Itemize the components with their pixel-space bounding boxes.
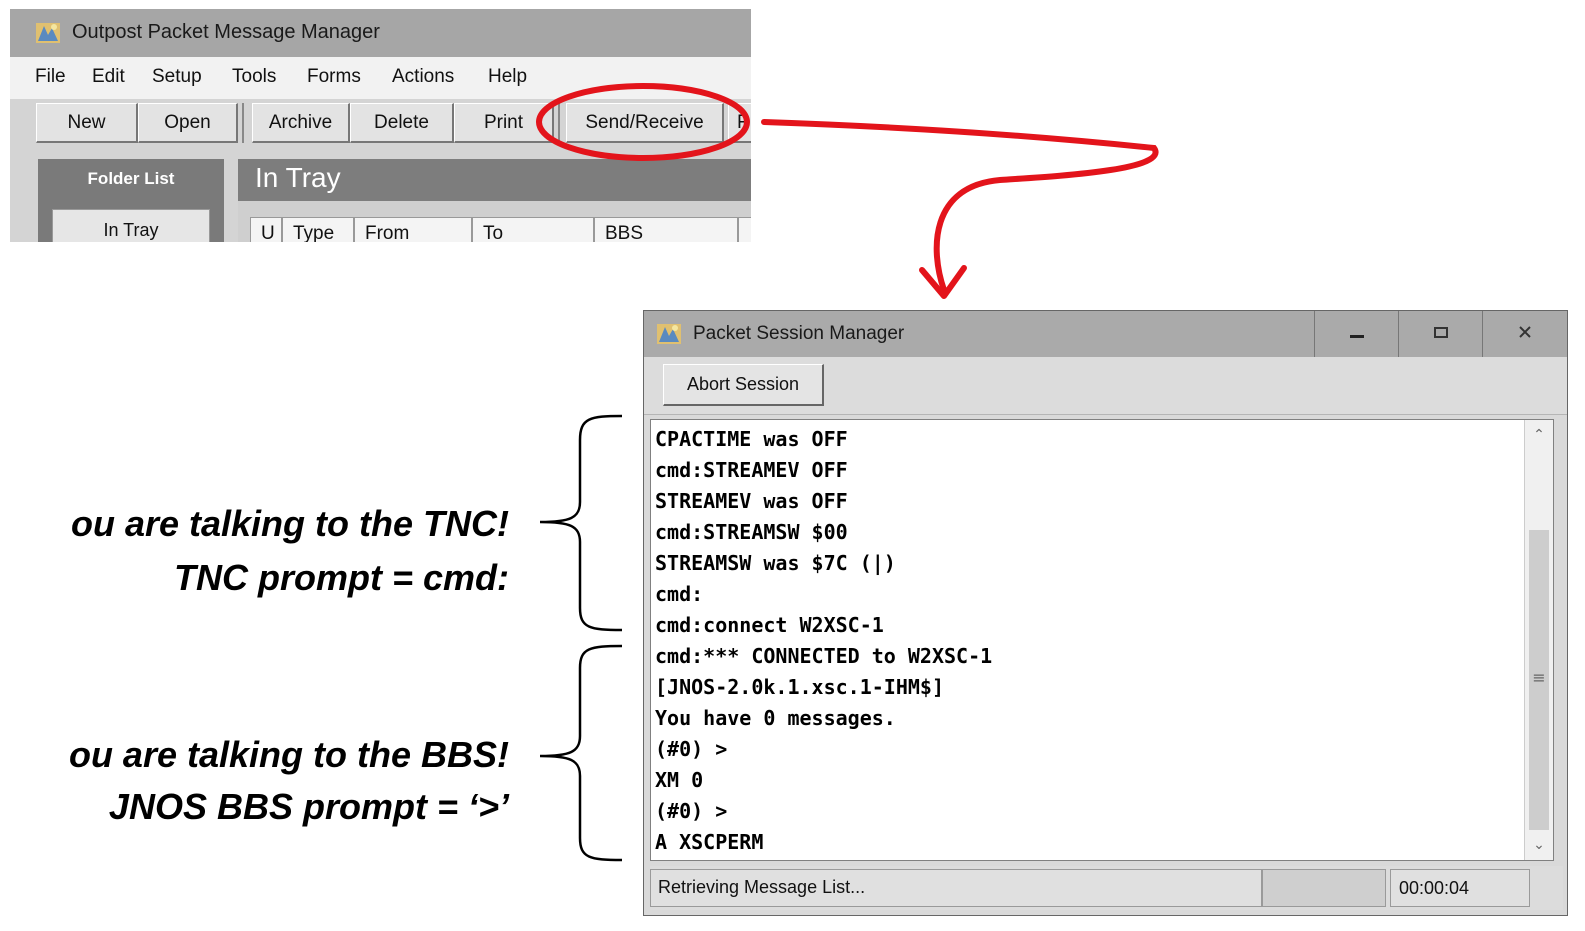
terminal-line: You have 0 messages.	[655, 706, 896, 730]
psm-status-bar: Retrieving Message List... 00:00:04	[650, 866, 1563, 910]
terminal-line: STREAMSW was $7C (|)	[655, 551, 896, 575]
scroll-down-button[interactable]: ⌄	[1525, 830, 1553, 860]
terminal-line: CPACTIME was OFF	[655, 427, 848, 451]
session-terminal[interactable]: CPACTIME was OFF cmd:STREAMEV OFF STREAM…	[650, 419, 1554, 861]
terminal-line: (#0) >	[655, 737, 728, 761]
scroll-up-button[interactable]: ⌃	[1525, 420, 1553, 450]
archive-button[interactable]: Archive	[252, 103, 350, 143]
terminal-line: A XSCPERM	[655, 830, 764, 854]
elapsed-timer: 00:00:04	[1390, 869, 1530, 907]
bbs-bracket	[539, 644, 623, 862]
message-list-panel: In Tray U Type From To BBS	[238, 159, 751, 242]
status-message: Retrieving Message List...	[650, 869, 1262, 907]
tnc-annotation-line2: TNC prompt = cmd:	[173, 557, 509, 598]
highlight-arrow-path	[761, 119, 1159, 293]
close-icon	[1516, 323, 1534, 345]
column-header-u[interactable]: U	[250, 217, 282, 242]
terminal-scrollbar[interactable]: ⌃ ≡ ⌄	[1524, 420, 1553, 860]
psm-app-icon	[656, 322, 682, 350]
terminal-line: cmd:connect W2XSC-1	[655, 613, 884, 637]
send-receive-button[interactable]: Send/Receive	[566, 103, 724, 143]
minimize-icon	[1348, 323, 1366, 345]
terminal-line: [JNOS-2.0k.1.xsc.1-IHM$]	[655, 675, 944, 699]
chevron-up-icon: ⌃	[1533, 427, 1545, 443]
close-button[interactable]	[1482, 311, 1567, 357]
chevron-down-icon: ⌄	[1533, 837, 1545, 853]
column-header-type[interactable]: Type	[282, 217, 354, 242]
folder-header-title: In Tray	[255, 162, 341, 193]
status-progress-panel	[1262, 869, 1386, 907]
column-header-next[interactable]	[738, 217, 751, 242]
folder-in-tray[interactable]: In Tray	[52, 209, 210, 242]
highlight-arrow-head	[919, 265, 967, 299]
maximize-button[interactable]	[1398, 311, 1482, 357]
folder-list-header: Folder List	[87, 169, 175, 188]
menu-help[interactable]: Help	[488, 66, 527, 88]
menu-forms[interactable]: Forms	[307, 66, 361, 88]
toolbar-separator	[558, 103, 560, 143]
menu-setup[interactable]: Setup	[152, 66, 202, 88]
outpost-title-bar: Outpost Packet Message Manager	[10, 9, 751, 57]
outpost-window: Outpost Packet Message Manager File Edit…	[10, 9, 751, 242]
abort-session-button[interactable]: Abort Session	[663, 364, 824, 406]
open-button[interactable]: Open	[138, 103, 238, 143]
menu-tools[interactable]: Tools	[232, 66, 276, 88]
column-header-bbs[interactable]: BBS	[594, 217, 738, 242]
tnc-annotation-line1: ou are talking to the TNC!	[70, 503, 509, 544]
psm-title-bar: Packet Session Manager	[644, 311, 1567, 357]
tnc-bracket	[539, 414, 623, 632]
bbs-annotation-line2: JNOS BBS prompt = ‘>’	[108, 786, 509, 827]
minimize-button[interactable]	[1314, 311, 1398, 357]
column-header-to[interactable]: To	[472, 217, 594, 242]
folder-header: In Tray	[238, 159, 751, 201]
terminal-line: cmd:STREAMEV OFF	[655, 458, 848, 482]
maximize-icon	[1432, 323, 1450, 345]
toolbar-separator	[242, 103, 244, 143]
print-button[interactable]: Print	[454, 103, 554, 143]
scrollbar-grip-icon: ≡	[1532, 668, 1546, 687]
psm-window-title: Packet Session Manager	[693, 323, 905, 344]
outpost-menu-bar: File Edit Setup Tools Forms Actions Help	[10, 57, 751, 99]
menu-actions[interactable]: Actions	[392, 66, 454, 88]
psm-toolbar: Abort Session	[644, 357, 1567, 415]
outpost-app-icon	[35, 21, 61, 49]
folder-list-panel: Folder List In Tray	[38, 159, 224, 242]
cut-off-button[interactable]: F	[728, 103, 751, 143]
delete-button[interactable]: Delete	[350, 103, 454, 143]
terminal-line: STREAMEV was OFF	[655, 489, 848, 513]
terminal-line: (#0) >	[655, 799, 728, 823]
terminal-line: cmd:STREAMSW $00	[655, 520, 848, 544]
menu-edit[interactable]: Edit	[92, 66, 125, 88]
terminal-line: XM 0	[655, 768, 704, 792]
bbs-annotation-line1: ou are talking to the BBS!	[68, 734, 509, 775]
outpost-toolbar: New Open Archive Delete Print Send/Recei…	[10, 99, 751, 157]
terminal-line: cmd:*** CONNECTED to W2XSC-1	[655, 644, 993, 668]
column-header-from[interactable]: From	[354, 217, 472, 242]
outpost-window-title: Outpost Packet Message Manager	[72, 21, 380, 43]
packet-session-manager-window: Packet Session Manager Abort Session CPA…	[643, 310, 1568, 916]
terminal-line: cmd:	[655, 582, 704, 606]
terminal-lines: CPACTIME was OFF cmd:STREAMEV OFF STREAM…	[655, 424, 1515, 858]
new-button[interactable]: New	[36, 103, 138, 143]
menu-file[interactable]: File	[35, 66, 66, 88]
